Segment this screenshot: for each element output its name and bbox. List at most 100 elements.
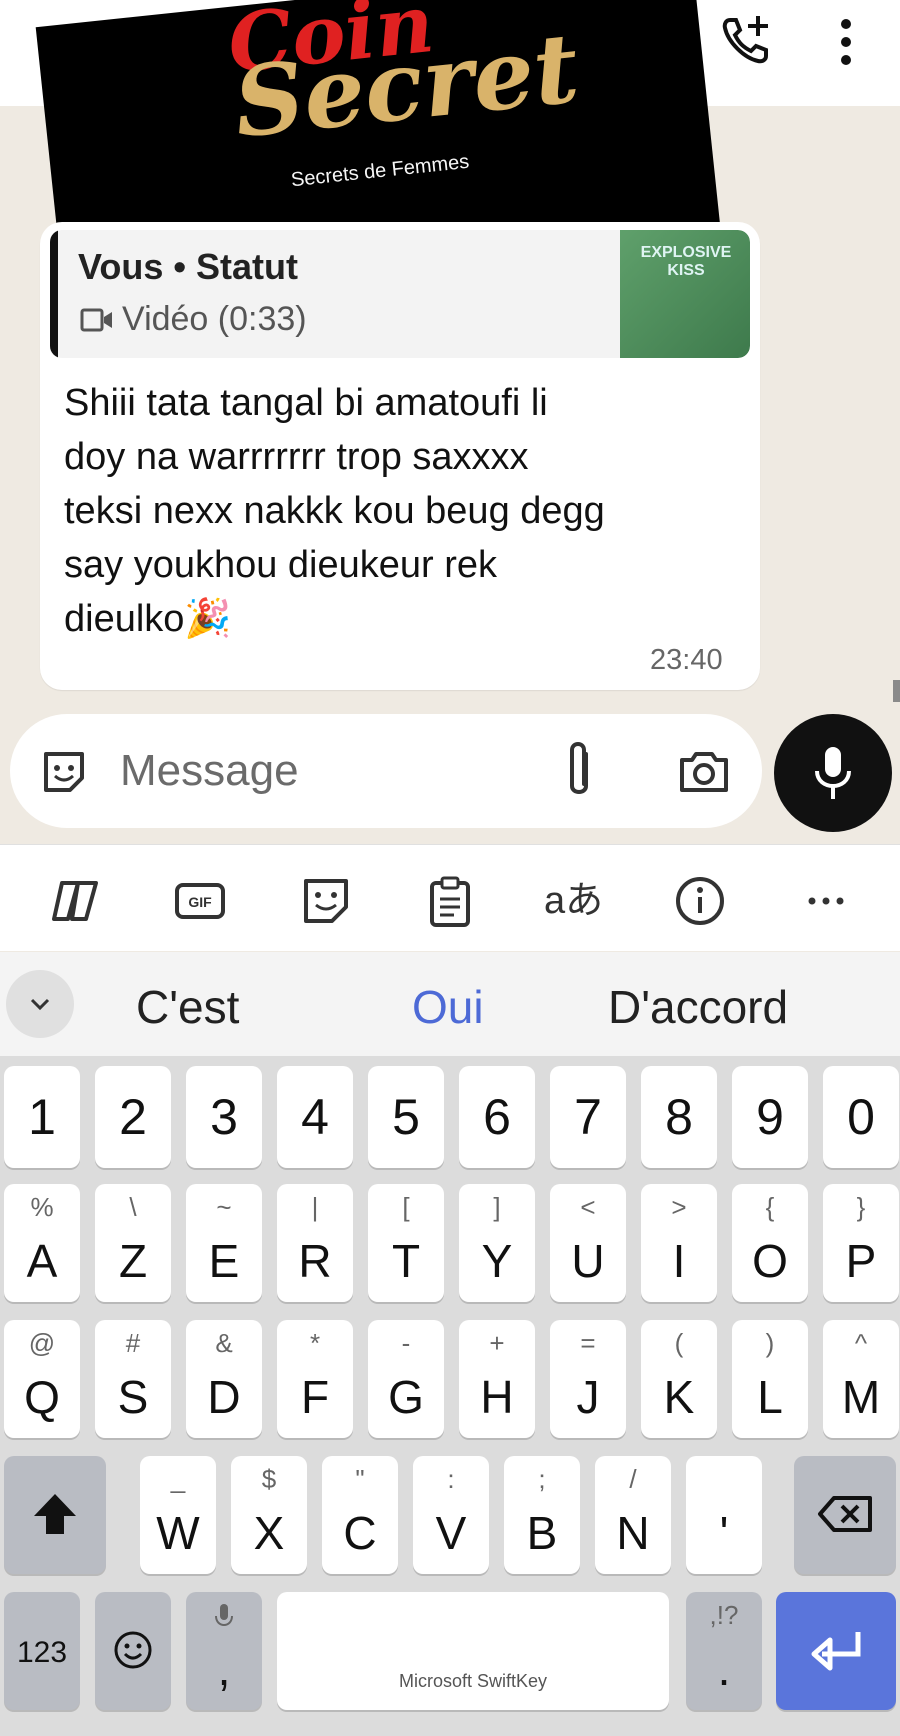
- key-number[interactable]: 0: [823, 1066, 899, 1168]
- space-brand-label: Microsoft SwiftKey: [398, 1671, 548, 1691]
- comma-key[interactable]: ,: [186, 1592, 262, 1710]
- sticker-icon[interactable]: [298, 873, 354, 929]
- key-number[interactable]: 4: [277, 1066, 353, 1168]
- key-letter[interactable]: & D: [186, 1320, 262, 1438]
- key-label: Q: [24, 1371, 60, 1423]
- message-text: Shiii tata tangal bi amatoufi li doy na …: [64, 382, 605, 640]
- quote-author: Vous • Statut: [78, 246, 298, 287]
- message-timestamp: 23:40: [650, 644, 723, 676]
- key-letter[interactable]: ; B: [504, 1456, 580, 1574]
- key-letter[interactable]: \ Z: [95, 1184, 171, 1302]
- sticker-icon[interactable]: [36, 744, 92, 800]
- key-alt-label: ~: [216, 1192, 232, 1222]
- key-label: 4: [301, 1089, 329, 1145]
- key-label: 3: [210, 1089, 238, 1145]
- key-letter[interactable]: @ Q: [4, 1320, 80, 1438]
- key-label: V: [435, 1507, 467, 1559]
- collapse-toolbar-button[interactable]: [6, 970, 74, 1038]
- key-alt-label: %: [30, 1192, 54, 1222]
- key-letter[interactable]: _ W: [140, 1456, 216, 1574]
- quoted-status[interactable]: Vous • Statut Vidéo (0:33) EXPLOSIVE KIS…: [50, 230, 750, 358]
- attach-icon[interactable]: [554, 738, 604, 804]
- emoji-key[interactable]: [95, 1592, 171, 1710]
- voice-message-button[interactable]: [774, 714, 892, 832]
- key-label: C: [343, 1507, 377, 1559]
- key-letter[interactable]: $ X: [231, 1456, 307, 1574]
- key-alt-label: *: [309, 1328, 321, 1358]
- key-letter[interactable]: | R: [277, 1184, 353, 1302]
- key-alt-label: $: [261, 1464, 277, 1494]
- more-options-icon[interactable]: [826, 12, 866, 72]
- translate-icon[interactable]: aあ: [544, 869, 614, 925]
- key-number[interactable]: 8: [641, 1066, 717, 1168]
- suggestion-item-selected[interactable]: Oui: [412, 980, 484, 1034]
- key-label: ,: [217, 1643, 231, 1695]
- key-number[interactable]: 3: [186, 1066, 262, 1168]
- gif-icon[interactable]: GIF: [172, 873, 228, 929]
- shift-key[interactable]: [4, 1456, 106, 1574]
- key-label: D: [207, 1371, 241, 1423]
- more-tools-icon[interactable]: [798, 873, 854, 929]
- camera-icon[interactable]: [674, 742, 734, 802]
- numbers-toggle-key[interactable]: 123: [4, 1592, 80, 1710]
- key-letter[interactable]: -G: [368, 1320, 444, 1438]
- space-key[interactable]: Microsoft SwiftKey: [277, 1592, 669, 1710]
- enter-key[interactable]: [776, 1592, 896, 1710]
- message-input[interactable]: [118, 740, 502, 802]
- key-label: X: [253, 1507, 285, 1559]
- key-number[interactable]: 1: [4, 1066, 80, 1168]
- key-letter[interactable]: [T: [368, 1184, 444, 1302]
- backspace-key[interactable]: [794, 1456, 896, 1574]
- key-letter[interactable]: ~ E: [186, 1184, 262, 1302]
- key-number[interactable]: 5: [368, 1066, 444, 1168]
- key-letter[interactable]: + H: [459, 1320, 535, 1438]
- key-label: Y: [481, 1235, 513, 1287]
- key-letter[interactable]: (K: [641, 1320, 717, 1438]
- suggestion-item[interactable]: C'est: [136, 980, 239, 1034]
- key-alt-label: ;: [538, 1464, 546, 1494]
- key-letter[interactable]: > I: [641, 1184, 717, 1302]
- key-label: P: [845, 1235, 877, 1287]
- clipboard-icon[interactable]: [422, 873, 478, 929]
- key-letter[interactable]: " C: [322, 1456, 398, 1574]
- key-label: N: [616, 1507, 650, 1559]
- key-apostrophe[interactable]: ': [686, 1456, 762, 1574]
- key-alt-label: [: [402, 1192, 410, 1222]
- key-label: H: [480, 1371, 514, 1423]
- key-number[interactable]: 6: [459, 1066, 535, 1168]
- quote-media: Vidéo (0:33): [80, 300, 307, 339]
- status-thumbnail: EXPLOSIVE KISS: [620, 230, 750, 358]
- key-label: ': [719, 1507, 729, 1559]
- key-number[interactable]: 7: [550, 1066, 626, 1168]
- shift-arrow-icon: [34, 1494, 76, 1534]
- key-letter[interactable]: ] Y: [459, 1184, 535, 1302]
- key-number[interactable]: 2: [95, 1066, 171, 1168]
- key-alt-label: @: [28, 1328, 56, 1358]
- key-letter[interactable]: % A: [4, 1184, 80, 1302]
- punctuation-key[interactable]: ,!?.: [686, 1592, 762, 1710]
- scrollbar[interactable]: [893, 680, 900, 702]
- key-letter[interactable]: } P: [823, 1184, 899, 1302]
- suggestion-item[interactable]: D'accord: [608, 980, 788, 1034]
- key-alt-label: &: [215, 1328, 233, 1358]
- key-letter[interactable]: :V: [413, 1456, 489, 1574]
- microphone-icon: [815, 747, 851, 799]
- key-label: 2: [119, 1089, 147, 1145]
- key-letter[interactable]: = J: [550, 1320, 626, 1438]
- key-letter[interactable]: # S: [95, 1320, 171, 1438]
- key-letter[interactable]: ^ M: [823, 1320, 899, 1438]
- key-alt-label: >: [671, 1192, 687, 1222]
- key-letter[interactable]: / N: [595, 1456, 671, 1574]
- copilot-icon[interactable]: [48, 873, 104, 929]
- key-label: B: [526, 1507, 558, 1559]
- message-composer: [10, 714, 762, 828]
- key-number[interactable]: 9: [732, 1066, 808, 1168]
- key-letter[interactable]: {O: [732, 1184, 808, 1302]
- key-alt-label: ]: [493, 1192, 501, 1222]
- key-letter[interactable]: ) L: [732, 1320, 808, 1438]
- key-letter[interactable]: < U: [550, 1184, 626, 1302]
- info-icon[interactable]: [672, 873, 728, 929]
- add-call-icon[interactable]: [716, 10, 776, 70]
- key-label: 123: [16, 1636, 68, 1669]
- key-letter[interactable]: * F: [277, 1320, 353, 1438]
